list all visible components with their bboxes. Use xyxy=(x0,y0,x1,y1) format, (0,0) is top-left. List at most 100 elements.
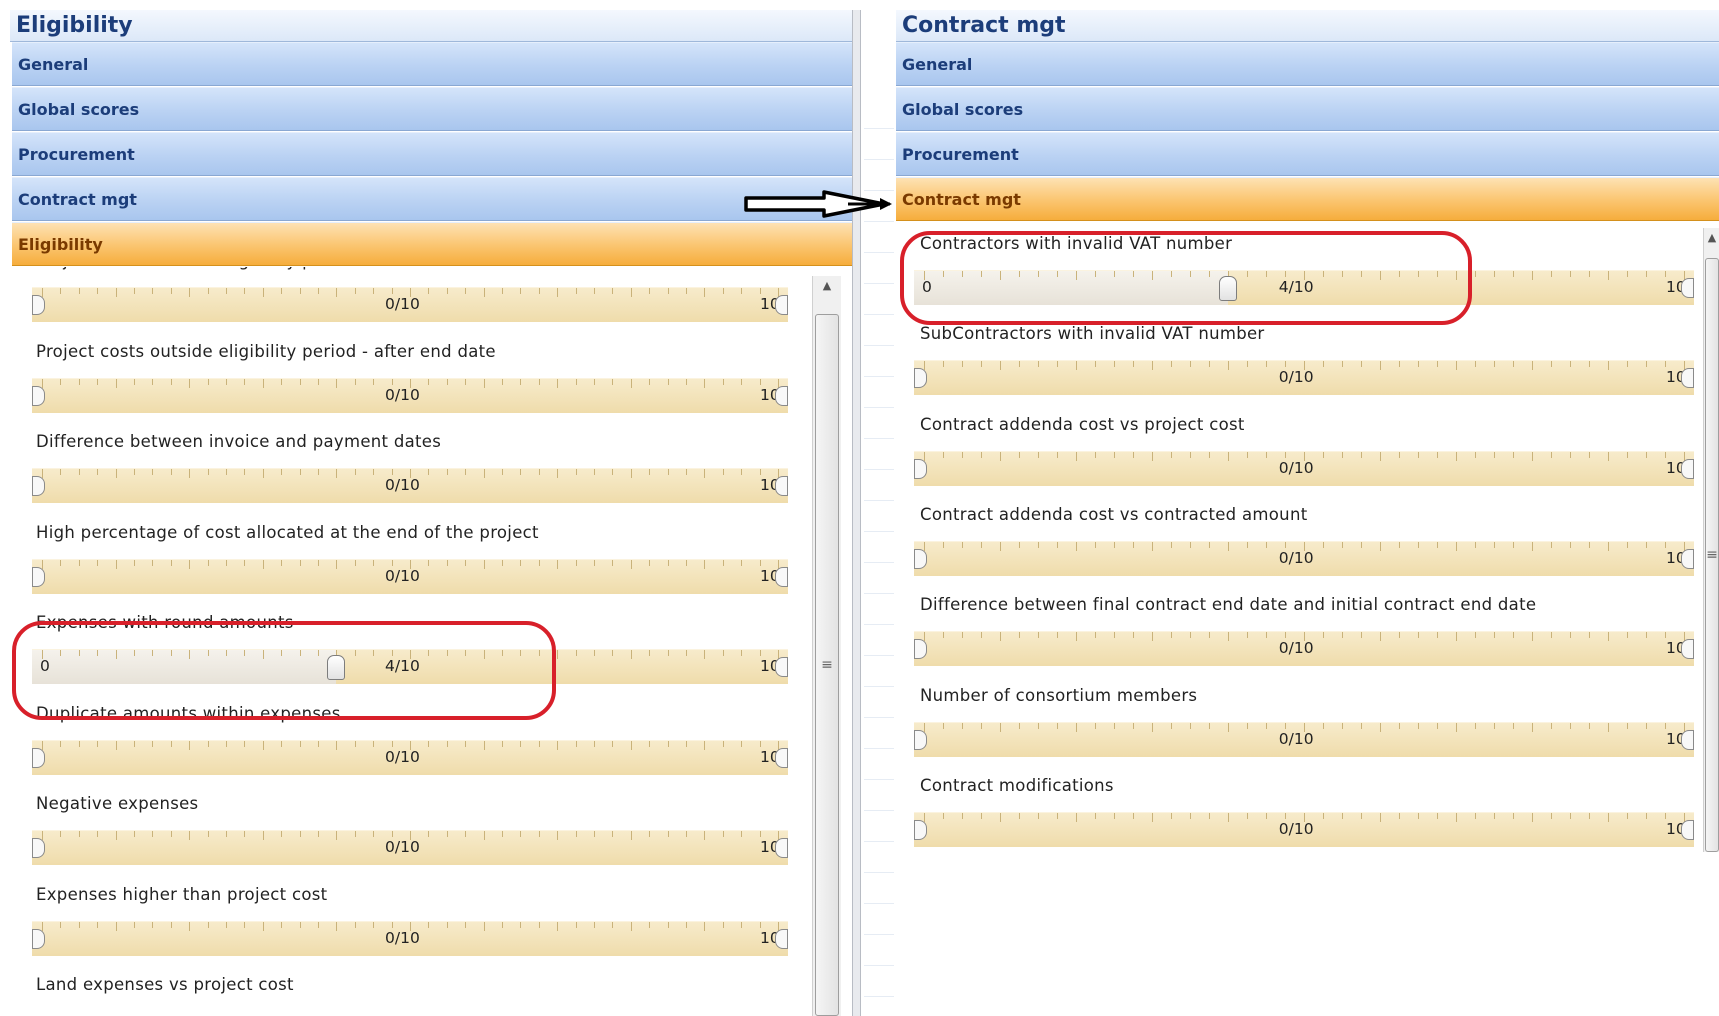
slider-tick xyxy=(428,650,430,656)
header-global-scores[interactable]: Global scores xyxy=(12,87,852,131)
criterion-label: Expenses with round amounts xyxy=(36,613,294,632)
slider-tick xyxy=(1209,271,1210,277)
score-slider[interactable]: 0/10 10 xyxy=(32,468,788,503)
header-eligibility-active[interactable]: Eligibility xyxy=(12,222,852,266)
slider-tick xyxy=(1513,361,1514,368)
slider-tick xyxy=(170,650,172,656)
scroll-up-arrow-icon[interactable]: ▲ xyxy=(1704,228,1719,248)
slider-thumb[interactable] xyxy=(914,729,927,750)
header-procurement[interactable]: Procurement xyxy=(896,132,1719,176)
slider-tick xyxy=(630,740,632,750)
slider-tick xyxy=(704,559,706,569)
slider-tick xyxy=(1342,361,1343,368)
slider-tick xyxy=(42,831,43,840)
slider-tick xyxy=(575,378,577,385)
slider-tick xyxy=(1209,632,1210,639)
slider-max-handle[interactable] xyxy=(1681,639,1694,660)
slider-thumb[interactable] xyxy=(32,928,45,949)
slider-value: 4/10 xyxy=(1278,278,1314,296)
scrollbar[interactable]: ▲ ≡ xyxy=(1703,228,1719,852)
slider-tick xyxy=(557,831,559,840)
header-procurement[interactable]: Procurement xyxy=(12,132,852,176)
slider-max-handle[interactable] xyxy=(775,566,788,587)
score-slider[interactable]: 0/10 10 xyxy=(914,631,1694,667)
slider-max-handle[interactable] xyxy=(1681,548,1694,569)
score-slider[interactable]: 0/10 10 xyxy=(32,920,788,956)
slider-max-handle[interactable] xyxy=(1681,278,1694,298)
score-slider[interactable]: 0/10 10 xyxy=(32,377,788,413)
slider-tick xyxy=(649,559,651,566)
slider-tick xyxy=(1057,812,1058,819)
slider-thumb[interactable] xyxy=(32,747,45,768)
slider-thumb[interactable] xyxy=(32,295,45,315)
slider-tick xyxy=(115,288,117,297)
slider-tick xyxy=(1076,632,1077,642)
slider-thumb[interactable] xyxy=(914,819,927,840)
slider-max-handle[interactable] xyxy=(775,928,788,949)
score-slider[interactable]: 0/10 10 xyxy=(914,360,1694,396)
header-global-scores[interactable]: Global scores xyxy=(896,87,1719,131)
score-slider[interactable]: 0/10 10 xyxy=(32,287,788,322)
slider-tick xyxy=(60,740,62,747)
scrollbar-thumb[interactable]: ≡ xyxy=(1705,258,1719,852)
slider-tick xyxy=(1285,361,1286,368)
score-slider[interactable]: 0 4/10 10 xyxy=(32,649,788,684)
score-slider[interactable]: 0/10 10 xyxy=(914,721,1694,757)
slider-tick xyxy=(1190,271,1191,277)
slider-tick xyxy=(667,650,669,656)
slider-thumb[interactable] xyxy=(32,476,45,496)
slider-tick xyxy=(1494,722,1495,729)
slider-tick xyxy=(1209,722,1210,729)
slider-max-handle[interactable] xyxy=(775,747,788,768)
score-slider[interactable]: 0/10 10 xyxy=(32,830,788,865)
slider-thumb[interactable] xyxy=(914,548,927,569)
slider-tick xyxy=(244,650,246,656)
score-slider[interactable]: 0 4/10 10 xyxy=(914,270,1694,305)
score-slider[interactable]: 0/10 10 xyxy=(32,558,788,594)
slider-thumb[interactable] xyxy=(1219,276,1237,301)
slider-tick xyxy=(299,378,301,385)
slider-thumb[interactable] xyxy=(32,385,45,406)
slider-tick xyxy=(446,650,448,656)
header-contract-mgt[interactable]: Contract mgt xyxy=(12,177,852,221)
score-slider[interactable]: 0/10 10 xyxy=(32,739,788,775)
slider-max-handle[interactable] xyxy=(1681,458,1694,479)
slider-max-handle[interactable] xyxy=(775,476,788,496)
scroll-up-arrow-icon[interactable]: ▲ xyxy=(813,276,841,296)
slider-max-handle[interactable] xyxy=(775,657,788,677)
slider-thumb[interactable] xyxy=(914,368,927,389)
slider-tick xyxy=(962,451,963,458)
slider-tick xyxy=(557,288,559,297)
slider-tick xyxy=(1646,541,1647,548)
slider-thumb[interactable] xyxy=(914,639,927,660)
slider-tick xyxy=(1057,271,1058,277)
slider-max-handle[interactable] xyxy=(1681,368,1694,389)
header-general[interactable]: General xyxy=(12,42,852,86)
slider-tick xyxy=(244,469,246,475)
scrollbar[interactable]: ▲ ≡ xyxy=(812,276,841,1016)
slider-tick xyxy=(465,921,467,928)
slider-thumb[interactable] xyxy=(32,838,45,858)
slider-max-handle[interactable] xyxy=(775,295,788,315)
slider-thumb[interactable] xyxy=(32,566,45,587)
slider-max-handle[interactable] xyxy=(1681,729,1694,750)
slider-tick xyxy=(1038,812,1039,819)
slider-tick xyxy=(1285,541,1286,548)
slider-max-handle[interactable] xyxy=(775,838,788,858)
header-general[interactable]: General xyxy=(896,42,1719,86)
slider-tick xyxy=(722,650,724,656)
slider-tick xyxy=(557,740,559,750)
slider-thumb[interactable] xyxy=(914,458,927,479)
slider-max-handle[interactable] xyxy=(1681,819,1694,840)
slider-tick xyxy=(318,469,319,475)
slider-max-handle[interactable] xyxy=(775,385,788,406)
scrollbar-thumb[interactable]: ≡ xyxy=(815,314,839,1016)
score-slider[interactable]: 0/10 10 xyxy=(914,540,1694,576)
slider-tick xyxy=(538,831,540,837)
header-contract-mgt-active[interactable]: Contract mgt xyxy=(896,177,1719,221)
slider-tick xyxy=(1342,812,1343,819)
score-slider[interactable]: 0/10 10 xyxy=(914,811,1694,847)
score-slider[interactable]: 0/10 10 xyxy=(914,450,1694,486)
slider-tick xyxy=(226,740,227,747)
slider-thumb[interactable] xyxy=(327,655,346,680)
